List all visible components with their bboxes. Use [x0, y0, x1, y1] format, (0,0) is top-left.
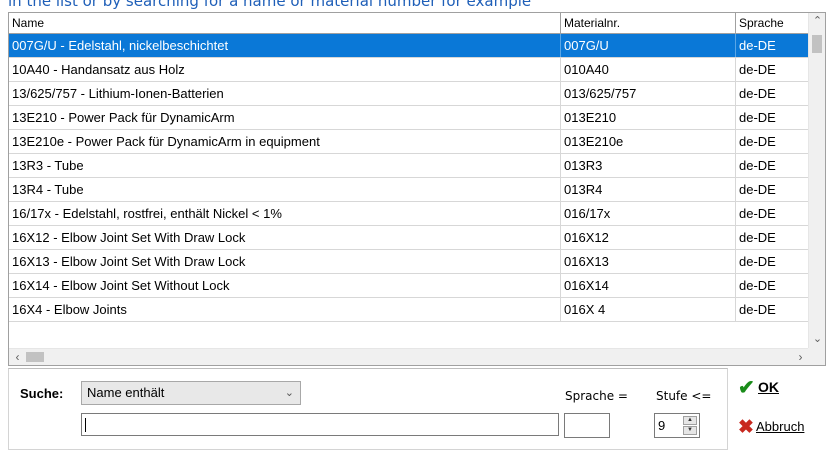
search-panel: Suche: Name enthält ⌄ Sprache = Stufe <=… — [8, 368, 728, 450]
table-row[interactable]: 16X12 - Elbow Joint Set With Draw Lock 0… — [9, 226, 809, 250]
cell-language: de-DE — [736, 250, 809, 273]
cell-material: 016/17x — [561, 202, 736, 225]
cell-language: de-DE — [736, 154, 809, 177]
cell-material: 013/625/757 — [561, 82, 736, 105]
column-header-language[interactable]: Sprache — [736, 13, 809, 33]
cancel-label: Abbruch — [756, 419, 805, 434]
table-row[interactable]: 16/17x - Edelstahl, rostfrei, enthält Ni… — [9, 202, 809, 226]
chevron-down-icon: ⌄ — [284, 387, 294, 399]
cell-name: 16X12 - Elbow Joint Set With Draw Lock — [9, 226, 561, 249]
list-rows: 007G/U - Edelstahl, nickelbeschichtet 00… — [9, 34, 809, 322]
cell-material: 007G/U — [561, 34, 736, 57]
table-row[interactable]: 13E210e - Power Pack für DynamicArm in e… — [9, 130, 809, 154]
cell-name: 13/625/757 - Lithium-Ionen-Batterien — [9, 82, 561, 105]
horizontal-scrollbar[interactable]: ‹ › — [9, 348, 809, 365]
cell-material: 016X14 — [561, 274, 736, 297]
column-header-name[interactable]: Name — [9, 13, 561, 33]
cell-material: 013E210e — [561, 130, 736, 153]
cell-name: 13E210e - Power Pack für DynamicArm in e… — [9, 130, 561, 153]
cell-language: de-DE — [736, 274, 809, 297]
cell-language: de-DE — [736, 58, 809, 81]
cell-language: de-DE — [736, 130, 809, 153]
ok-label: OK — [758, 379, 779, 395]
column-header-material[interactable]: Materialnr. — [561, 13, 736, 33]
cell-language: de-DE — [736, 34, 809, 57]
cell-name: 16/17x - Edelstahl, rostfrei, enthält Ni… — [9, 202, 561, 225]
search-mode-select[interactable]: Name enthält ⌄ — [81, 381, 301, 405]
table-row[interactable]: 13E210 - Power Pack für DynamicArm 013E2… — [9, 106, 809, 130]
search-input[interactable] — [81, 413, 559, 436]
checkmark-icon: ✔ — [738, 377, 755, 399]
cell-name: 13R3 - Tube — [9, 154, 561, 177]
scroll-left-arrow-icon[interactable]: ‹ — [9, 349, 26, 365]
cell-name: 16X13 - Elbow Joint Set With Draw Lock — [9, 250, 561, 273]
search-mode-value: Name enthält — [87, 385, 165, 400]
scroll-up-arrow-icon[interactable]: ⌃ — [809, 13, 825, 30]
cell-name: 16X14 - Elbow Joint Set Without Lock — [9, 274, 561, 297]
level-filter-label: Stufe <= — [656, 389, 712, 403]
cell-language: de-DE — [736, 226, 809, 249]
vertical-scroll-thumb[interactable] — [812, 35, 822, 53]
cell-name: 10A40 - Handansatz aus Holz — [9, 58, 561, 81]
cell-language: de-DE — [736, 202, 809, 225]
table-row[interactable]: 16X4 - Elbow Joints 016X 4 de-DE — [9, 298, 809, 322]
vertical-scrollbar[interactable]: ⌃ ⌄ — [808, 13, 825, 348]
spin-down-icon[interactable]: ▼ — [683, 426, 697, 435]
level-value: 9 — [658, 418, 666, 433]
table-row[interactable]: 13R3 - Tube 013R3 de-DE — [9, 154, 809, 178]
cell-name: 007G/U - Edelstahl, nickelbeschichtet — [9, 34, 561, 57]
cell-material: 013E210 — [561, 106, 736, 129]
table-row[interactable]: 13R4 - Tube 013R4 de-DE — [9, 178, 809, 202]
list-header: Name Materialnr. Sprache — [9, 13, 809, 34]
table-row[interactable]: 16X13 - Elbow Joint Set With Draw Lock 0… — [9, 250, 809, 274]
table-row[interactable]: 16X14 - Elbow Joint Set Without Lock 016… — [9, 274, 809, 298]
cell-name: 16X4 - Elbow Joints — [9, 298, 561, 321]
cell-material: 016X13 — [561, 250, 736, 273]
horizontal-scroll-thumb[interactable] — [26, 352, 44, 362]
scrollbar-corner — [808, 348, 825, 365]
cell-material: 013R4 — [561, 178, 736, 201]
table-row[interactable]: 007G/U - Edelstahl, nickelbeschichtet 00… — [9, 34, 809, 58]
table-row[interactable]: 10A40 - Handansatz aus Holz 010A40 de-DE — [9, 58, 809, 82]
level-spinner[interactable]: 9 ▲ ▼ — [654, 413, 700, 438]
cell-name: 13E210 - Power Pack für DynamicArm — [9, 106, 561, 129]
cell-language: de-DE — [736, 106, 809, 129]
cell-material: 010A40 — [561, 58, 736, 81]
instruction-text: in the list or by searching for a name o… — [8, 0, 532, 9]
cell-material: 016X12 — [561, 226, 736, 249]
search-label: Suche: — [20, 386, 64, 401]
cell-language: de-DE — [736, 298, 809, 321]
ok-button[interactable]: ✔ OK — [730, 372, 820, 402]
text-caret — [85, 418, 86, 432]
cancel-button[interactable]: ✖ Abbruch — [730, 410, 826, 444]
spin-up-icon[interactable]: ▲ — [683, 416, 697, 425]
language-filter-input[interactable] — [564, 413, 610, 438]
scroll-down-arrow-icon[interactable]: ⌄ — [809, 331, 825, 348]
cell-material: 013R3 — [561, 154, 736, 177]
cell-name: 13R4 - Tube — [9, 178, 561, 201]
cell-language: de-DE — [736, 178, 809, 201]
cell-material: 016X 4 — [561, 298, 736, 321]
scroll-right-arrow-icon[interactable]: › — [792, 349, 809, 365]
cell-language: de-DE — [736, 82, 809, 105]
table-row[interactable]: 13/625/757 - Lithium-Ionen-Batterien 013… — [9, 82, 809, 106]
material-list[interactable]: Name Materialnr. Sprache 007G/U - Edelst… — [8, 12, 826, 366]
spin-buttons: ▲ ▼ — [683, 416, 697, 435]
language-filter-label: Sprache = — [565, 389, 628, 403]
cross-icon: ✖ — [738, 417, 754, 438]
